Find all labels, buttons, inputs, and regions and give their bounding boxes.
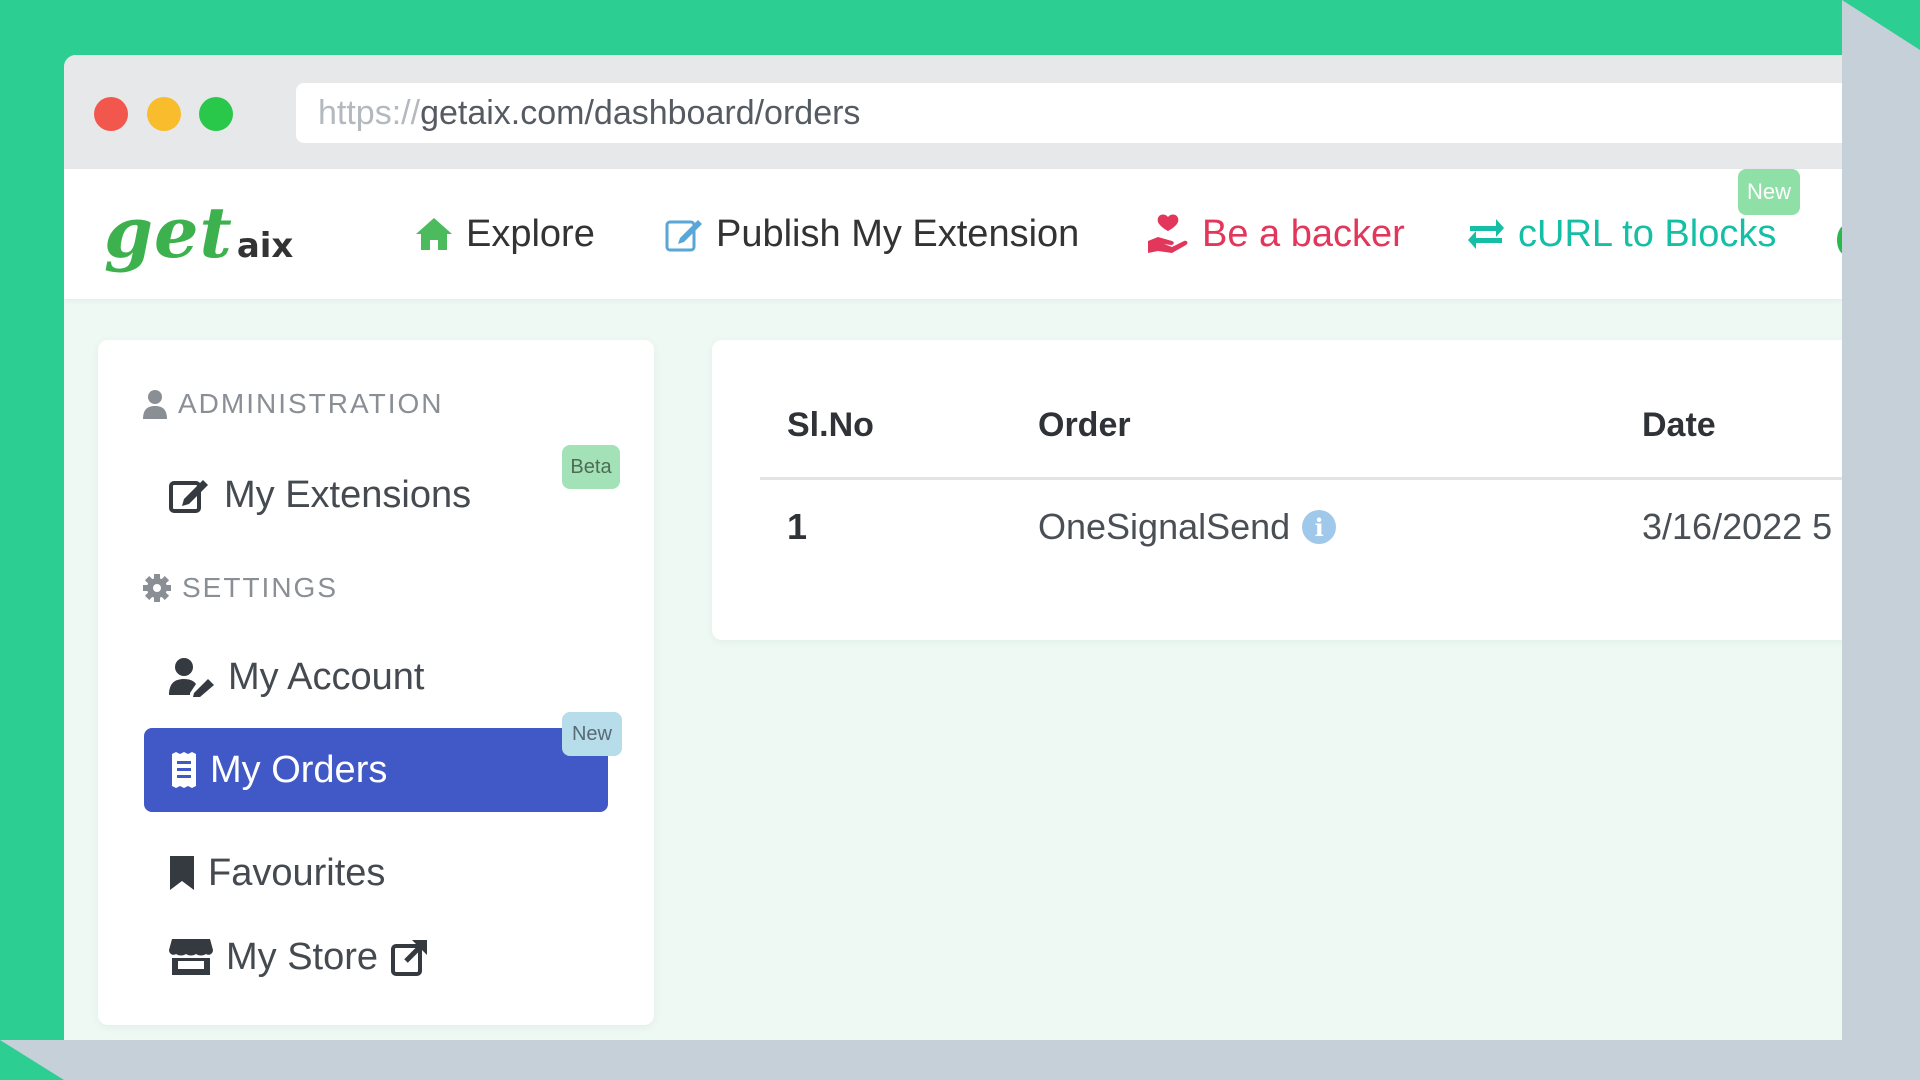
new-badge: New	[562, 712, 622, 756]
background-corner	[0, 1040, 64, 1080]
table-cell-order: OneSignalSend i	[1038, 506, 1337, 548]
home-icon	[416, 218, 452, 250]
my-account-label: My Account	[228, 655, 425, 698]
gear-icon	[143, 574, 171, 602]
backer-hand-heart-icon	[1148, 214, 1188, 253]
table-cell-date: 3/16/2022 5	[1642, 506, 1833, 547]
column-header-date: Date	[1642, 406, 1716, 444]
background-frame-right	[1842, 0, 1920, 1080]
nav-backer-label: Be a backer	[1202, 212, 1405, 255]
nav-backer[interactable]: Be a backer	[1146, 209, 1405, 259]
store-icon	[169, 939, 213, 975]
table-header-divider	[760, 477, 1842, 480]
browser-window: https://getaix.com/dashboard/orders get …	[64, 55, 1842, 1040]
nav-explore[interactable]: Explore	[414, 209, 595, 259]
background-corner	[1842, 0, 1920, 50]
info-icon[interactable]: i	[1302, 510, 1337, 544]
edit-icon	[169, 480, 208, 513]
nav-explore-label: Explore	[466, 212, 595, 255]
nav-publish[interactable]: Publish My Extension	[664, 209, 1079, 259]
column-header-order: Order	[1038, 406, 1131, 444]
sidebar: ADMINISTRATION My Extensions Beta SETTIN…	[98, 340, 654, 1025]
new-badge: New	[1738, 169, 1800, 215]
address-bar[interactable]: https://getaix.com/dashboard/orders	[296, 83, 1842, 143]
favourites-label: Favourites	[208, 851, 386, 894]
logo-main: get	[104, 191, 233, 274]
edit-icon	[665, 220, 702, 252]
url-protocol: https://	[318, 94, 421, 132]
maximize-window-button[interactable]	[199, 97, 233, 131]
exchange-arrows-icon	[1468, 219, 1504, 249]
bookmark-icon	[170, 856, 194, 890]
sidebar-item-my-orders[interactable]: My Orders	[144, 728, 608, 812]
top-navbar: get aix Explore Publish My Extension Be …	[64, 169, 1842, 299]
sidebar-item-my-extensions[interactable]: My Extensions	[168, 465, 471, 525]
url-path: getaix.com/dashboard/orders	[420, 94, 861, 132]
external-link-icon[interactable]	[390, 937, 430, 977]
receipt-icon	[172, 752, 196, 788]
my-orders-label: My Orders	[210, 748, 388, 791]
nav-curl[interactable]: cURL to Blocks	[1466, 209, 1776, 259]
settings-label: SETTINGS	[182, 572, 339, 603]
nav-curl-label: cURL to Blocks	[1518, 212, 1777, 255]
order-name: OneSignalSend	[1038, 506, 1291, 547]
administration-label: ADMINISTRATION	[178, 388, 444, 419]
sidebar-item-my-account[interactable]: My Account	[168, 647, 424, 707]
user-edit-icon	[169, 658, 214, 697]
user-icon	[143, 390, 167, 419]
sidebar-heading-administration: ADMINISTRATION	[142, 384, 443, 424]
sidebar-item-my-store[interactable]: My Store	[168, 927, 430, 987]
sidebar-heading-settings: SETTINGS	[142, 568, 338, 608]
column-header-slno: Sl.No	[787, 406, 874, 444]
nav-publish-label: Publish My Extension	[716, 212, 1080, 255]
logo-sub: aix	[236, 226, 294, 266]
nav-next-icon[interactable]	[1837, 225, 1842, 255]
minimize-window-button[interactable]	[147, 97, 181, 131]
beta-badge: Beta	[562, 445, 620, 489]
close-window-button[interactable]	[94, 97, 128, 131]
sidebar-item-favourites[interactable]: Favourites	[168, 843, 385, 903]
browser-titlebar: https://getaix.com/dashboard/orders	[64, 55, 1842, 169]
table-cell-slno: 1	[787, 506, 808, 547]
my-extensions-label: My Extensions	[224, 473, 472, 516]
my-store-label: My Store	[226, 935, 379, 978]
background-frame-bottom	[0, 1040, 1920, 1080]
getaix-logo[interactable]: get aix	[104, 191, 294, 274]
orders-table-card: Sl.No Order Date 1 OneSignalSend i 3/16/…	[712, 340, 1842, 640]
